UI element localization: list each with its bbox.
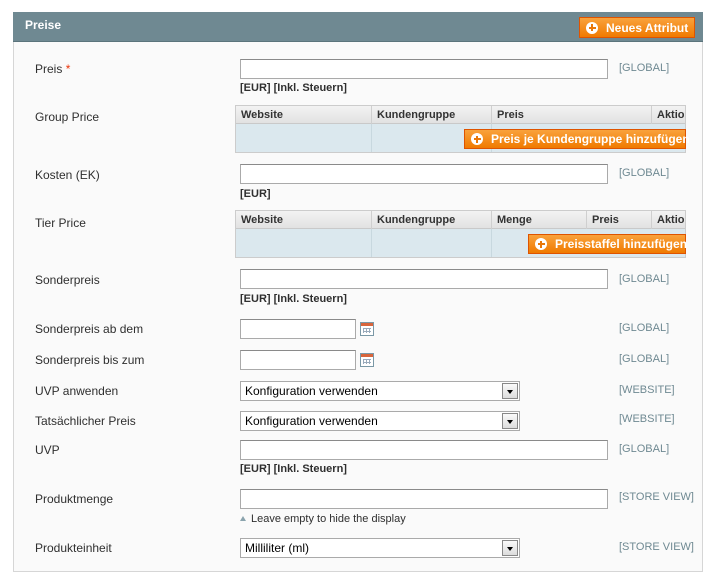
chevron-down-icon <box>502 540 518 556</box>
preis-scope: [GLOBAL] <box>619 62 670 74</box>
column-header: Menge <box>491 211 586 229</box>
uvp-anwenden-scope: [WEBSITE] <box>619 384 675 396</box>
uvp-label: UVP <box>35 443 60 457</box>
tatsaechlicher-preis-label: Tatsächlicher Preis <box>35 414 136 428</box>
kosten-input[interactable] <box>240 164 608 184</box>
grid-separator <box>371 124 372 152</box>
kosten-scope: [GLOBAL] <box>619 167 670 179</box>
tatsaechlicher-preis-select[interactable]: Konfiguration verwenden <box>240 411 520 431</box>
column-header: Kundengruppe <box>371 211 491 229</box>
sonderpreis-bis-input[interactable] <box>240 350 356 370</box>
tatsaechlicher-preis-scope: [WEBSITE] <box>619 413 675 425</box>
grid-header: Website Kundengruppe Preis Aktio <box>236 106 685 124</box>
plus-icon <box>586 21 598 34</box>
tier-price-label: Tier Price <box>35 216 86 230</box>
sonderpreis-ab-input[interactable] <box>240 319 356 339</box>
plus-icon <box>471 133 483 145</box>
uvp-scope: [GLOBAL] <box>619 443 670 455</box>
grid-separator <box>491 229 492 257</box>
column-header: Kundengruppe <box>371 106 491 124</box>
grid-separator <box>371 229 372 257</box>
preis-input[interactable] <box>240 59 608 79</box>
sonderpreis-ab-label: Sonderpreis ab dem <box>35 322 144 336</box>
selected-value: Konfiguration verwenden <box>245 414 378 428</box>
column-header: Aktio <box>651 211 685 229</box>
add-tier-price-label: Preisstaffel hinzufügen <box>555 237 688 251</box>
produktmenge-hint: Leave empty to hide the display <box>240 513 406 525</box>
sonderpreis-bis-label: Sonderpreis bis zum <box>35 353 145 367</box>
preis-note: [EUR] [Inkl. Steuern] <box>240 82 347 94</box>
add-tier-price-button[interactable]: Preisstaffel hinzufügen <box>528 234 688 254</box>
selected-value: Milliliter (ml) <box>245 541 309 555</box>
prices-fieldset <box>13 12 703 572</box>
add-attribute-label: Neues Attribut <box>606 20 689 35</box>
uvp-input[interactable] <box>240 440 608 460</box>
produkteinheit-label: Produkteinheit <box>35 541 112 555</box>
calendar-icon[interactable] <box>360 353 374 367</box>
chevron-down-icon <box>502 383 518 399</box>
uvp-anwenden-select[interactable]: Konfiguration verwenden <box>240 381 520 401</box>
produkteinheit-select[interactable]: Milliliter (ml) <box>240 538 520 558</box>
sonderpreis-ab-scope: [GLOBAL] <box>619 322 670 334</box>
uvp-anwenden-label: UVP anwenden <box>35 384 119 398</box>
column-header: Preis <box>491 106 651 124</box>
sonderpreis-scope: [GLOBAL] <box>619 273 670 285</box>
column-header: Aktio <box>651 106 685 124</box>
calendar-icon[interactable] <box>360 322 374 336</box>
selected-value: Konfiguration verwenden <box>245 384 378 398</box>
sonderpreis-label: Sonderpreis <box>35 273 100 287</box>
plus-icon <box>535 238 547 250</box>
produktmenge-scope: [STORE VIEW] <box>619 491 694 503</box>
kosten-note: [EUR] <box>240 188 271 200</box>
chevron-down-icon <box>502 413 518 429</box>
uvp-note: [EUR] [Inkl. Steuern] <box>240 463 347 475</box>
grid-header: Website Kundengruppe Menge Preis Aktio <box>236 211 685 229</box>
triangle-up-icon <box>240 516 246 521</box>
required-mark: * <box>65 62 71 76</box>
add-group-price-button[interactable]: Preis je Kundengruppe hinzufügen <box>464 129 690 149</box>
produktmenge-label: Produktmenge <box>35 492 114 506</box>
group-price-label: Group Price <box>35 110 100 124</box>
column-header: Preis <box>586 211 651 229</box>
sonderpreis-note: [EUR] [Inkl. Steuern] <box>240 293 347 305</box>
produktmenge-input[interactable] <box>240 489 608 509</box>
add-attribute-button[interactable]: Neues Attribut <box>579 17 696 38</box>
column-header: Website <box>241 214 283 226</box>
add-group-price-label: Preis je Kundengruppe hinzufügen <box>491 132 690 146</box>
sonderpreis-input[interactable] <box>240 269 608 289</box>
kosten-label: Kosten (EK) <box>35 168 100 182</box>
column-header: Website <box>241 109 283 121</box>
sonderpreis-bis-scope: [GLOBAL] <box>619 353 670 365</box>
section-title: Preise <box>25 18 62 32</box>
produkteinheit-scope: [STORE VIEW] <box>619 541 694 553</box>
preis-label: Preis * <box>35 62 71 76</box>
